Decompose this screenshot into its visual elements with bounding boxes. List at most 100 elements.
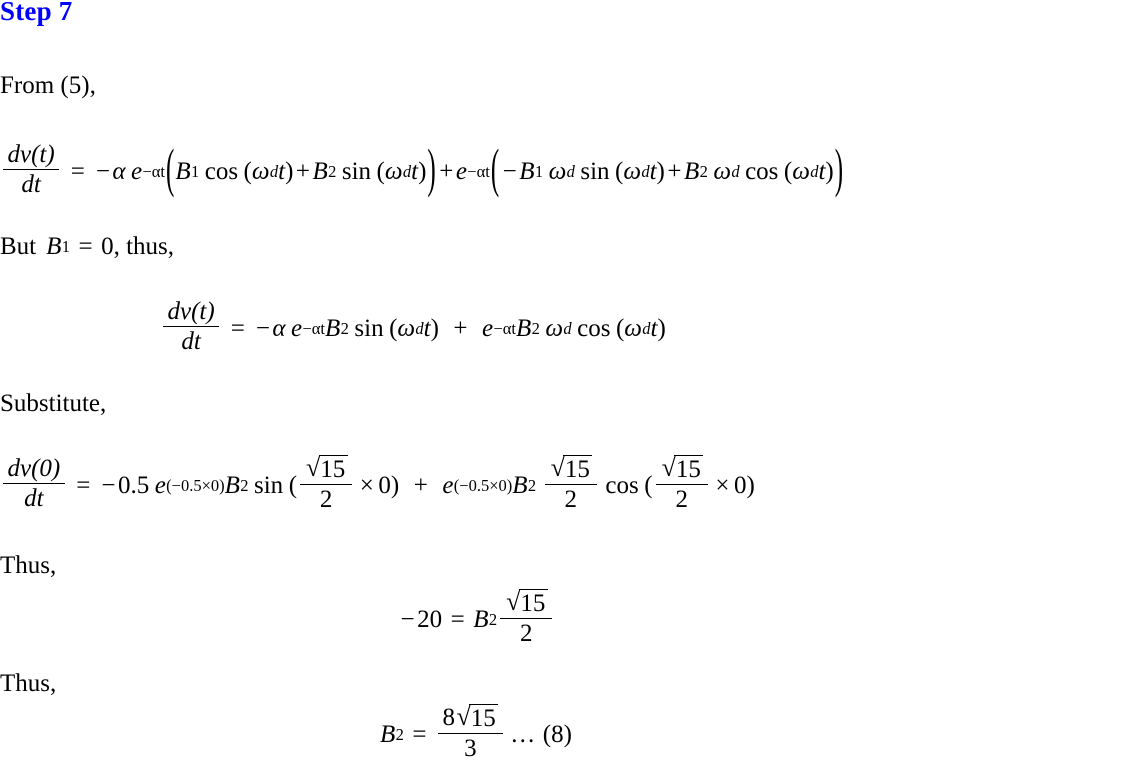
eq3-zero-a: 0 [378, 471, 391, 499]
eq3-e-base-1: e [154, 471, 166, 499]
eq4-equals: = [450, 605, 465, 633]
eq2-omega-a: ω [397, 314, 416, 342]
eq3-exponent-1: (−0.5×0) [166, 475, 225, 495]
thus-text-2: Thus, [0, 670, 57, 697]
eq5-equals: = [412, 720, 427, 748]
radical-sign-b: √ [550, 453, 565, 483]
radical-sign-c: √ [661, 453, 676, 483]
eq1-B2-a: B [312, 157, 328, 185]
eq4-radicand: 15 [518, 588, 548, 618]
eq3-paren-open-b: ( [644, 471, 653, 499]
eq2-lhs-denominator: dt [181, 328, 201, 355]
eq3-lhs-fraction: dv(0) dt [3, 455, 65, 513]
eq1-B1-b: B [519, 157, 535, 185]
eq4-lhs-value: 20 [417, 605, 443, 633]
eq2-lhs-fraction: dv(t) dt [163, 298, 220, 356]
eq1-exponent-1: −αt [142, 161, 166, 181]
eq2-omega-a-sub: d [415, 318, 424, 338]
eq2-t-a: t [423, 314, 431, 342]
eq1-paren-close-d: ) [825, 157, 834, 185]
eq3-times-b: × [715, 471, 730, 499]
eq3-frac-den-b: 2 [564, 486, 578, 513]
eq2-omega-c-sub: d [642, 318, 651, 338]
eq1-cos-1: cos [204, 157, 239, 185]
eq3-sqrt-fraction-c: √ 15 2 [655, 453, 708, 514]
eq2-alpha: α [272, 314, 286, 342]
eq1-open-paren-2: ( [490, 141, 500, 200]
eq3-zero-b: 0 [733, 471, 747, 499]
eq3-sqrt-num-a: √ 15 [300, 453, 353, 485]
substitute-text: Substitute, [0, 390, 107, 417]
radical-sign: √ [506, 587, 521, 617]
eq4-numerator: √ 15 [500, 587, 553, 619]
eq2-e-base-2: e [482, 314, 494, 342]
equation-1: dv(t) dt = − α e −αt ( B1 cos (ω d t) + B2 … [0, 141, 844, 200]
radical-sign-a: √ [306, 453, 321, 483]
eq5-B: B [380, 720, 396, 748]
eq3-paren-close-b: ) [746, 471, 755, 499]
eq1-t-c: t [649, 157, 657, 185]
eq2-t-b: t [650, 314, 658, 342]
equation-2: dv(t) dt = − α e −αt B2 sin (ω d t) + e −αt … [160, 298, 666, 357]
eq1-paren-open-c: ( [615, 157, 624, 185]
eq1-minus-2: − [502, 157, 517, 185]
eq3-lhs-numerator: dv(0) [3, 455, 65, 484]
eq3-plus: + [413, 471, 428, 499]
eq2-lhs-numerator: dv(t) [163, 298, 220, 327]
eq3-radicand-b: 15 [563, 454, 593, 484]
eq3-times-a: × [359, 471, 374, 499]
eq2-paren-open-a: ( [389, 314, 398, 342]
eq1-open-paren-1: ( [166, 141, 175, 200]
but-B-sub: 1 [61, 237, 70, 256]
eq1-cos-2: cos [745, 157, 779, 185]
but-value: 0, thus, [101, 233, 175, 260]
eq3-paren-close-a: ) [390, 471, 400, 499]
eq1-B2-b: B [683, 157, 700, 185]
equation-4: −20 = B2 √ 15 2 [398, 587, 555, 649]
eq1-omega-a-sub: d [269, 161, 279, 181]
eq2-omega-b: ω [545, 314, 564, 342]
eq1-minus: − [95, 157, 110, 185]
eq1-paren-close-a: ) [285, 157, 294, 185]
eq4-denominator: 2 [519, 620, 533, 647]
eq2-sin: sin [354, 314, 384, 342]
eq3-exponent-2: (−0.5×0) [453, 475, 513, 495]
eq1-e-base-2: e [455, 157, 467, 185]
eq2-cos: cos [577, 314, 611, 342]
eq1-paren-open-b: ( [376, 157, 385, 185]
eq1-omega-b-sub: d [402, 161, 412, 181]
eq1-paren-close-b: ) [418, 157, 427, 185]
eq1-omega-d-sub: d [641, 161, 650, 181]
eq3-B2-a: B [224, 471, 240, 499]
eq1-plus-2: + [667, 157, 682, 185]
eq3-radicand-c: 15 [674, 454, 704, 484]
eq3-sqrt-fraction-b: √ 15 2 [544, 453, 597, 514]
eq1-omega-d: ω [623, 157, 642, 185]
eq3-sqrt-fraction-a: √ 15 2 [300, 453, 353, 514]
eq1-omega-f: ω [792, 157, 810, 185]
eq1-sin-1: sin [341, 157, 372, 185]
sqrt-icon: √ 15 [305, 453, 348, 484]
eq3-coefficient: 0.5 [117, 471, 150, 499]
eq2-omega-c: ω [624, 314, 642, 342]
eq4-B: B [473, 605, 489, 633]
eq5-tag: (8) [542, 720, 572, 748]
eq1-omega-c-sub: d [566, 161, 575, 181]
eq1-close-paren-2: ) [834, 141, 844, 200]
eq3-frac-den-c: 2 [675, 486, 688, 513]
eq3-minus: − [101, 471, 116, 499]
eq1-omega-f-sub: d [810, 161, 819, 181]
radical-sign: √ [456, 702, 471, 732]
eq1-omega-e: ω [713, 157, 731, 185]
eq4-fraction: √ 15 2 [500, 587, 553, 648]
eq5-coefficient: 8 [442, 703, 455, 731]
eq1-t-b: t [411, 157, 419, 185]
sqrt-icon: √ 15 [660, 453, 704, 484]
eq2-B2-b: B [516, 314, 532, 342]
but-label: But [0, 233, 37, 260]
eq1-plus-1: + [295, 157, 310, 185]
eq5-fraction: 8 √ 15 3 [437, 702, 503, 763]
eq2-exponent-1: −αt [302, 318, 326, 338]
eq1-B1-a: B [175, 157, 191, 185]
eq1-paren-close-c: ) [656, 157, 665, 185]
